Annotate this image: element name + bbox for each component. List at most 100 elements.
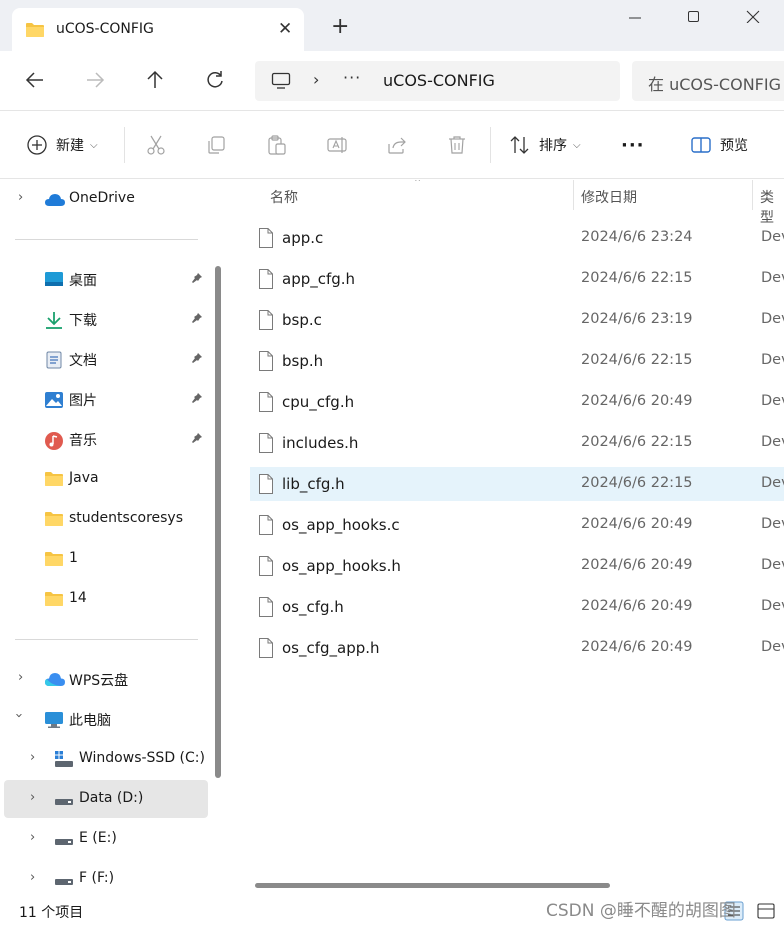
forward-arrow-icon[interactable] [84, 69, 108, 93]
file-row[interactable]: os_cfg_app.h 2024/6/6 20:49 Dev [250, 631, 784, 665]
pin-icon[interactable] [191, 392, 203, 408]
file-row[interactable]: os_cfg.h 2024/6/6 20:49 Dev [250, 590, 784, 624]
chevron-down-icon: ⌵ [90, 139, 98, 151]
delete-button[interactable] [446, 133, 468, 157]
file-date: 2024/6/6 22:15 [581, 434, 693, 450]
new-tab-icon[interactable]: + [331, 16, 349, 38]
nav-item-studentscoresys[interactable]: studentscoresys [4, 500, 208, 538]
pin-icon[interactable] [191, 272, 203, 288]
details-view-icon[interactable] [724, 901, 744, 921]
nav-item-this-pc[interactable]: › 此电脑 [4, 700, 208, 738]
nav-item-pictures[interactable]: 图片 [4, 380, 208, 418]
new-button[interactable]: 新建 ⌵ [26, 133, 98, 157]
file-name: app.c [282, 229, 324, 247]
file-date: 2024/6/6 23:19 [581, 311, 693, 327]
file-row[interactable]: includes.h 2024/6/6 22:15 Dev [250, 426, 784, 460]
nav-item-drive-c[interactable]: › Windows-SSD (C:) [4, 740, 208, 778]
cloud-icon [44, 193, 66, 211]
nav-item-documents[interactable]: 文档 [4, 340, 208, 378]
picture-icon [44, 391, 64, 413]
nav-item-drive-d[interactable]: › Data (D:) [4, 780, 208, 818]
navigation-pane: › OneDrive 桌面 下载 文档 图片 音乐 Java studentsc… [0, 180, 222, 896]
chevron-right-icon[interactable]: › [30, 750, 35, 765]
nav-item-java[interactable]: Java [4, 460, 208, 498]
sort-label: 排序 [539, 138, 567, 154]
sort-button[interactable]: 排序 ⌵ [509, 133, 581, 157]
horizontal-scrollbar[interactable] [255, 883, 610, 888]
file-row[interactable]: lib_cfg.h 2024/6/6 22:15 Dev [250, 467, 784, 501]
nav-scrollbar[interactable] [215, 266, 221, 778]
file-type: Dev [761, 352, 784, 368]
close-tab-icon[interactable]: ✕ [278, 21, 292, 38]
trash-icon [449, 136, 465, 154]
pin-icon[interactable] [191, 312, 203, 328]
chevron-right-icon[interactable]: › [30, 870, 35, 885]
plus-circle-icon [27, 135, 47, 155]
nav-label: WPS云盘 [69, 673, 129, 689]
scissors-icon [147, 135, 165, 155]
chevron-right-icon[interactable]: › [18, 670, 23, 685]
column-header-type[interactable]: 类型 [760, 187, 784, 226]
file-name: os_cfg.h [282, 598, 344, 616]
file-icon [258, 309, 274, 335]
nav-item-folder-1[interactable]: 1 [4, 540, 208, 578]
nav-item-desktop[interactable]: 桌面 [4, 260, 208, 298]
file-row[interactable]: bsp.c 2024/6/6 23:19 Dev [250, 303, 784, 337]
file-icon [258, 432, 274, 458]
chevron-right-icon[interactable]: › [313, 70, 319, 89]
refresh-icon[interactable] [204, 69, 228, 93]
item-count: 11 个项目 [19, 905, 84, 921]
share-button[interactable] [386, 133, 408, 157]
chevron-right-icon[interactable]: › [30, 830, 35, 845]
nav-item-drive-f[interactable]: › F (F:) [4, 860, 208, 896]
file-date: 2024/6/6 22:15 [581, 270, 693, 286]
preview-button[interactable]: 预览 [690, 133, 748, 157]
nav-item-downloads[interactable]: 下载 [4, 300, 208, 338]
chevron-down-icon[interactable]: › [11, 713, 26, 718]
column-divider[interactable] [752, 180, 753, 210]
cut-button[interactable] [145, 133, 167, 157]
file-date: 2024/6/6 20:49 [581, 598, 693, 614]
paste-button[interactable] [266, 133, 288, 157]
file-row[interactable]: os_app_hooks.c 2024/6/6 20:49 Dev [250, 508, 784, 542]
pin-icon[interactable] [191, 432, 203, 448]
nav-item-music[interactable]: 音乐 [4, 420, 208, 458]
column-header-date[interactable]: 修改日期 [581, 187, 637, 217]
tab-ucos-config[interactable]: uCOS-CONFIG ✕ [12, 8, 304, 51]
up-arrow-icon[interactable] [144, 69, 168, 93]
address-bar[interactable]: › ··· uCOS-CONFIG [255, 61, 620, 101]
file-row[interactable]: cpu_cfg.h 2024/6/6 20:49 Dev [250, 385, 784, 419]
nav-item-onedrive[interactable]: › OneDrive [4, 180, 208, 218]
minimize-icon[interactable] [628, 8, 642, 28]
copy-button[interactable] [205, 133, 227, 157]
breadcrumb-current[interactable]: uCOS-CONFIG [383, 71, 495, 90]
monitor-icon [271, 72, 291, 94]
tab-title: uCOS-CONFIG [56, 21, 154, 37]
file-row[interactable]: bsp.h 2024/6/6 22:15 Dev [250, 344, 784, 378]
close-window-icon[interactable] [746, 8, 760, 28]
file-icon [258, 268, 274, 294]
chevron-right-icon[interactable]: › [30, 790, 35, 805]
column-header-name[interactable]: 名称 [270, 187, 298, 217]
rename-button[interactable] [326, 133, 348, 157]
nav-item-wps-cloud[interactable]: › WPS云盘 [4, 660, 208, 698]
file-row[interactable]: app_cfg.h 2024/6/6 22:15 Dev [250, 262, 784, 296]
back-arrow-icon[interactable] [24, 69, 48, 93]
wps-cloud-icon [44, 672, 66, 691]
pin-icon[interactable] [191, 352, 203, 368]
breadcrumb-overflow[interactable]: ··· [343, 68, 361, 87]
maximize-icon[interactable] [687, 8, 701, 28]
column-divider[interactable] [573, 180, 574, 210]
nav-label: E (E:) [79, 830, 117, 846]
nav-item-drive-e[interactable]: › E (E:) [4, 820, 208, 858]
chevron-right-icon[interactable]: › [18, 190, 23, 205]
nav-label: 此电脑 [69, 713, 111, 729]
file-row[interactable]: os_app_hooks.h 2024/6/6 20:49 Dev [250, 549, 784, 583]
file-name: bsp.c [282, 311, 322, 329]
search-input[interactable]: 在 uCOS-CONFIG 中搜索 [632, 61, 784, 101]
file-row[interactable]: app.c 2024/6/6 23:24 Dev [250, 221, 784, 255]
more-options-button[interactable]: ··· [621, 133, 645, 157]
tiles-view-icon[interactable] [756, 901, 776, 921]
nav-item-folder-14[interactable]: 14 [4, 580, 208, 618]
file-icon [258, 637, 274, 663]
